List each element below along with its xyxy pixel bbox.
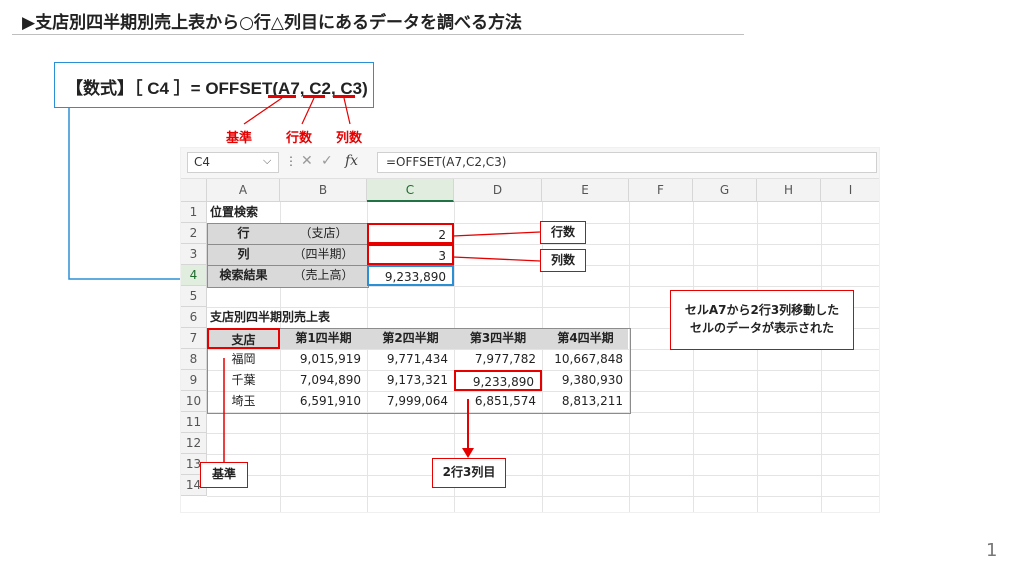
callout-row-count: 行数 — [540, 221, 586, 244]
callout-note: セルA7から2行3列移動した セルのデータが表示された — [670, 290, 854, 350]
callout-col-count: 列数 — [540, 249, 586, 272]
annotation-lines — [223, 231, 541, 462]
callout-note-line2: セルのデータが表示された — [689, 321, 834, 335]
callout-note-line1: セルA7から2行3列移動した — [684, 303, 840, 317]
page-number: 1 — [986, 540, 998, 561]
callout-base: 基準 — [200, 462, 248, 488]
callout-moved: 2行3列目 — [432, 458, 506, 488]
